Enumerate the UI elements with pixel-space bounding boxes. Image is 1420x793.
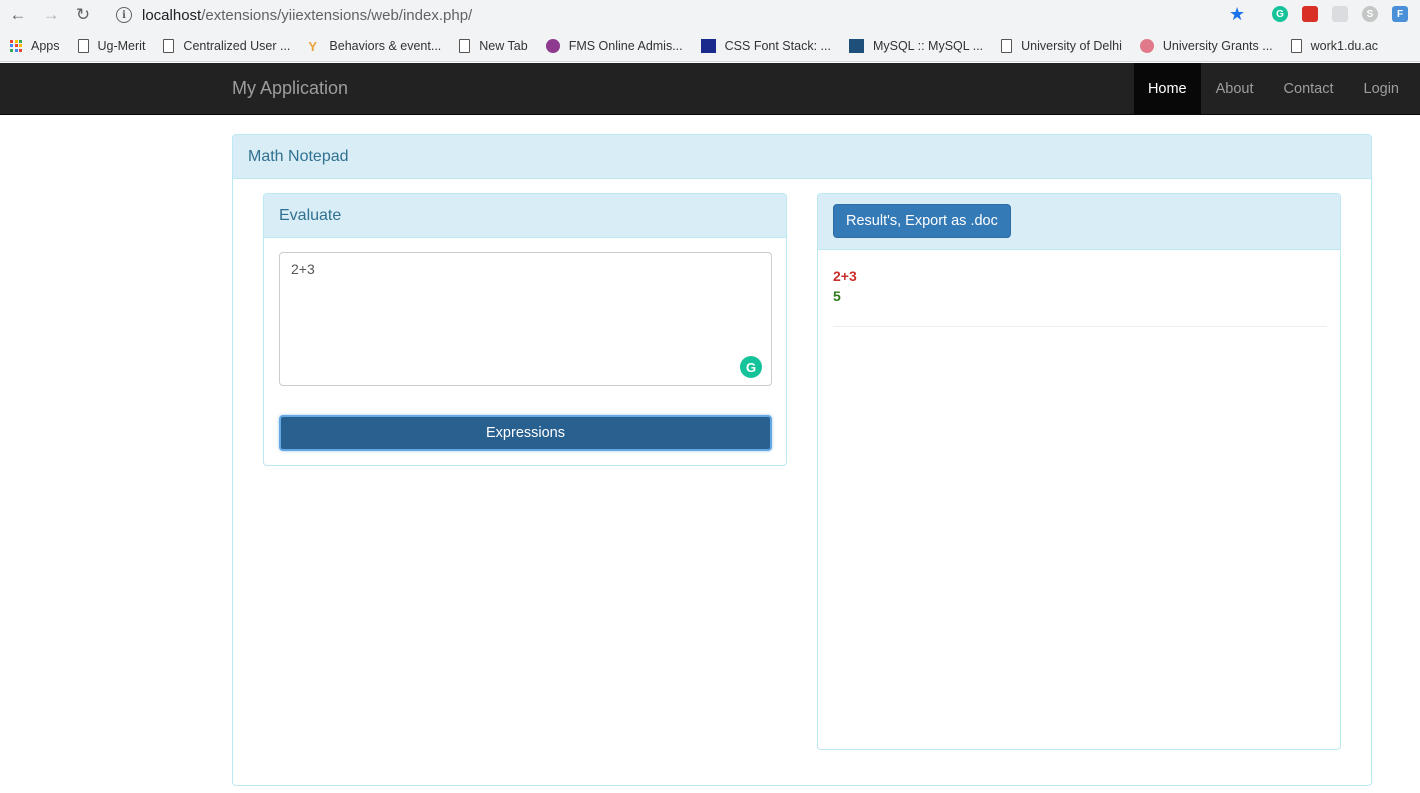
grey-extension-icon[interactable] [1332,6,1348,22]
mysql-logo-icon [848,38,864,53]
evaluate-title: Evaluate [264,194,786,238]
bookmark-apps[interactable]: Apps [10,39,60,53]
bookmark-university-of-delhi[interactable]: University of Delhi [1001,38,1122,53]
expression-input[interactable]: 2+3 [279,252,772,386]
red-extension-icon[interactable] [1302,6,1318,22]
bookmark-label: CSS Font Stack: ... [724,38,831,53]
bookmark-mysql[interactable]: MySQL :: MySQL ... [848,38,984,53]
address-bar[interactable]: i localhost/extensions/yiiextensions/web… [106,2,1256,28]
extension-icons: G S F [1272,6,1408,22]
grammarly-extension-icon[interactable]: G [1272,6,1288,22]
bookmark-label: New Tab [479,38,528,53]
browser-toolbar: ← → ↻ i localhost/extensions/yiiextensio… [0,0,1420,30]
url-host: localhost [142,6,202,24]
page-icon [1290,38,1302,53]
bookmark-label: MySQL :: MySQL ... [872,38,984,53]
result-divider [833,326,1327,327]
yii-logo-icon: Y [308,38,318,54]
bookmark-label: University of Delhi [1021,38,1122,53]
nav-contact[interactable]: Contact [1269,63,1349,114]
apps-grid-icon [10,39,22,52]
result-value: 5 [833,288,841,304]
info-icon[interactable]: i [116,7,132,23]
results-panel: Result's, Export as .doc 2+3 5 [817,193,1341,750]
back-arrow-icon[interactable]: ← [9,5,27,24]
url-path: /extensions/yiiextensions/web/index.php/ [201,6,473,24]
expressions-button[interactable]: Expressions [279,415,772,451]
bookmark-centralized-user[interactable]: Centralized User ... [163,38,291,53]
export-doc-button[interactable]: Result's, Export as .doc [833,204,1011,238]
nav-links: Home About Contact Login [1133,63,1420,114]
bookmark-work1[interactable]: work1.du.ac [1290,38,1379,53]
skype-extension-icon[interactable]: S [1362,6,1378,22]
nav-about[interactable]: About [1201,63,1269,114]
fms-logo-icon [545,38,560,53]
brand-link[interactable]: My Application [232,78,348,99]
bookmark-university-grants[interactable]: University Grants ... [1139,38,1273,53]
nav-login[interactable]: Login [1349,63,1420,114]
bookmark-label: FMS Online Admis... [568,38,683,53]
blue-extension-icon[interactable]: F [1392,6,1408,22]
page-icon [459,38,471,53]
nav-home[interactable]: Home [1133,63,1201,114]
bookmark-label: Ug-Merit [97,38,146,53]
css-font-stack-icon [700,38,716,53]
page-icon [77,38,89,53]
bookmark-new-tab[interactable]: New Tab [459,38,528,53]
page-icon [1001,38,1013,53]
grammarly-icon[interactable]: G [740,356,762,378]
ugc-logo-icon [1139,38,1154,53]
panel-title: Math Notepad [233,135,1371,179]
bookmark-label: Behaviors & event... [329,38,442,53]
bookmark-label: University Grants ... [1162,38,1273,53]
bookmark-css-font-stack[interactable]: CSS Font Stack: ... [700,38,831,53]
bookmark-ug-merit[interactable]: Ug-Merit [77,38,146,53]
reload-icon[interactable]: ↻ [74,5,92,24]
result-expression: 2+3 [833,268,857,284]
forward-arrow-icon[interactable]: → [42,5,60,24]
results-heading: Result's, Export as .doc [818,194,1340,250]
bookmark-star-icon[interactable]: ★ [1229,4,1245,25]
bookmark-label: Centralized User ... [183,38,291,53]
bookmark-fms-online[interactable]: FMS Online Admis... [545,38,683,53]
bookmark-label: Apps [31,38,60,53]
evaluate-panel: Evaluate 2+3 G Expressions [263,193,787,466]
bookmark-behaviors[interactable]: Y Behaviors & event... [308,38,442,54]
bookmarks-bar: Apps Ug-Merit Centralized User ... Y Beh… [0,30,1420,62]
app-navbar: My Application Home About Contact Login [0,63,1420,115]
bookmark-label: work1.du.ac [1310,38,1379,53]
results-list: 2+3 5 [833,266,1327,327]
page-icon [163,38,175,53]
